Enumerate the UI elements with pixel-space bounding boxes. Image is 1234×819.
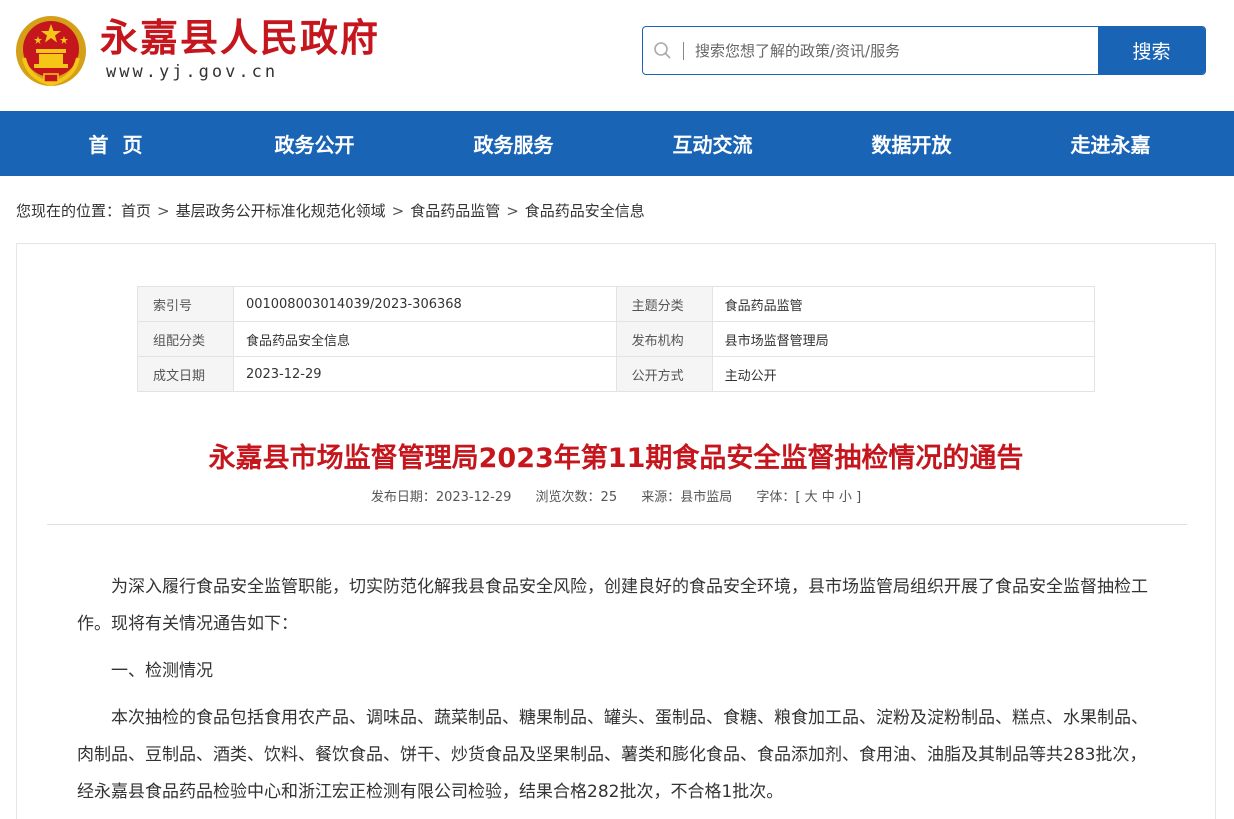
- meta-key: 发布机构: [615, 321, 713, 357]
- nav-item-government-services[interactable]: 政务服务: [414, 111, 613, 176]
- article-paragraph: 本次抽检的食品包括食用农产品、调味品、蔬菜制品、糖果制品、罐头、蛋制品、食糖、粮…: [77, 708, 1148, 802]
- breadcrumb-separator: >: [506, 202, 519, 220]
- breadcrumb-prefix: 您现在的位置：: [16, 202, 122, 220]
- site-url: www.yj.gov.cn: [106, 62, 279, 82]
- table-row: 成文日期 2023-12-29 公开方式 主动公开: [137, 356, 1096, 392]
- nav-item-label: 互动交流: [672, 133, 753, 157]
- site-title[interactable]: 永嘉县人民政府: [100, 14, 380, 62]
- font-size-large-button[interactable]: 大: [805, 490, 818, 505]
- meta-value: 食品药品安全信息: [232, 321, 617, 357]
- view-count: 浏览次数：25: [535, 490, 618, 505]
- breadcrumb-separator: >: [157, 202, 170, 220]
- search-box: 搜索: [642, 26, 1206, 75]
- nav-item-government-affairs[interactable]: 政务公开: [215, 111, 414, 176]
- meta-key: 公开方式: [615, 356, 713, 392]
- nav-item-about-yongjia[interactable]: 走进永嘉: [1011, 111, 1210, 176]
- meta-key: 成文日期: [137, 356, 234, 392]
- article-section-heading: 一、检测情况: [111, 661, 213, 681]
- font-size-close: ]: [856, 490, 862, 505]
- meta-key: 组配分类: [137, 321, 234, 357]
- breadcrumb-separator: >: [391, 202, 405, 220]
- breadcrumb-gov-open-standard[interactable]: 基层政务公开标准化规范化领域: [176, 202, 386, 220]
- nav-item-label: 首页: [88, 133, 157, 157]
- meta-value: 县市场监督管理局: [711, 321, 1096, 357]
- meta-value: 主动公开: [711, 356, 1096, 392]
- search-icon: [654, 42, 671, 59]
- main-nav: 首页 政务公开 政务服务 互动交流 数据开放 走进永嘉: [0, 111, 1234, 176]
- search-input[interactable]: [695, 27, 1095, 74]
- breadcrumb-home[interactable]: 首页: [121, 202, 151, 220]
- national-emblem-icon[interactable]: [14, 14, 88, 88]
- meta-value: 食品药品监管: [711, 286, 1096, 322]
- font-size-label: 字体：[: [756, 490, 801, 505]
- breadcrumb-food-drug-supervision[interactable]: 食品药品监管: [410, 202, 500, 220]
- breadcrumb-food-drug-safety-info[interactable]: 食品药品安全信息: [525, 202, 645, 220]
- article-paragraph: 为深入履行食品安全监管职能，切实防范化解我县食品安全风险，创建良好的食品安全环境…: [77, 577, 1148, 634]
- site-header: 永嘉县人民政府 www.yj.gov.cn 搜索: [0, 0, 1234, 111]
- meta-value: 001008003014039/2023-306368: [232, 286, 617, 322]
- font-size-selector: 字体：[ 大 中 小 ]: [756, 490, 861, 505]
- nav-item-label: 数据开放: [871, 133, 952, 157]
- nav-item-interaction[interactable]: 互动交流: [613, 111, 812, 176]
- content-panel: 索引号 001008003014039/2023-306368 主题分类 食品药…: [16, 243, 1216, 819]
- font-size-small-button[interactable]: 小: [839, 490, 852, 505]
- nav-item-open-data[interactable]: 数据开放: [812, 111, 1011, 176]
- article-title: 永嘉县市场监督管理局2023年第11期食品安全监督抽检情况的通告: [208, 443, 1024, 474]
- divider: [47, 524, 1187, 525]
- search-divider: [683, 42, 684, 60]
- article-source: 来源：县市监局: [641, 490, 733, 505]
- publish-date: 发布日期：2023-12-29: [370, 490, 512, 505]
- nav-item-label: 政务公开: [274, 133, 355, 157]
- breadcrumb: 您现在的位置：首页 > 基层政务公开标准化规范化领域 > 食品药品监管 > 食品药品安全信息: [16, 200, 645, 221]
- nav-item-label: 走进永嘉: [1070, 133, 1151, 157]
- table-row: 索引号 001008003014039/2023-306368 主题分类 食品药…: [137, 286, 1096, 322]
- table-row: 组配分类 食品药品安全信息 发布机构 县市场监督管理局: [137, 321, 1096, 357]
- font-size-medium-button[interactable]: 中: [822, 490, 835, 505]
- article-meta: 发布日期：2023-12-29 浏览次数：25 来源：县市监局 字体：[ 大 中…: [17, 486, 1215, 505]
- meta-key: 主题分类: [615, 286, 713, 322]
- search-button[interactable]: 搜索: [1098, 27, 1205, 74]
- nav-item-label: 政务服务: [473, 133, 554, 157]
- meta-key: 索引号: [137, 286, 234, 322]
- meta-value: 2023-12-29: [232, 356, 617, 392]
- nav-item-home[interactable]: 首页: [16, 111, 215, 176]
- article-body: 为深入履行食品安全监管职能，切实防范化解我县食品安全风险，创建良好的食品安全环境…: [77, 569, 1157, 819]
- document-meta-table: 索引号 001008003014039/2023-306368 主题分类 食品药…: [137, 286, 1096, 392]
